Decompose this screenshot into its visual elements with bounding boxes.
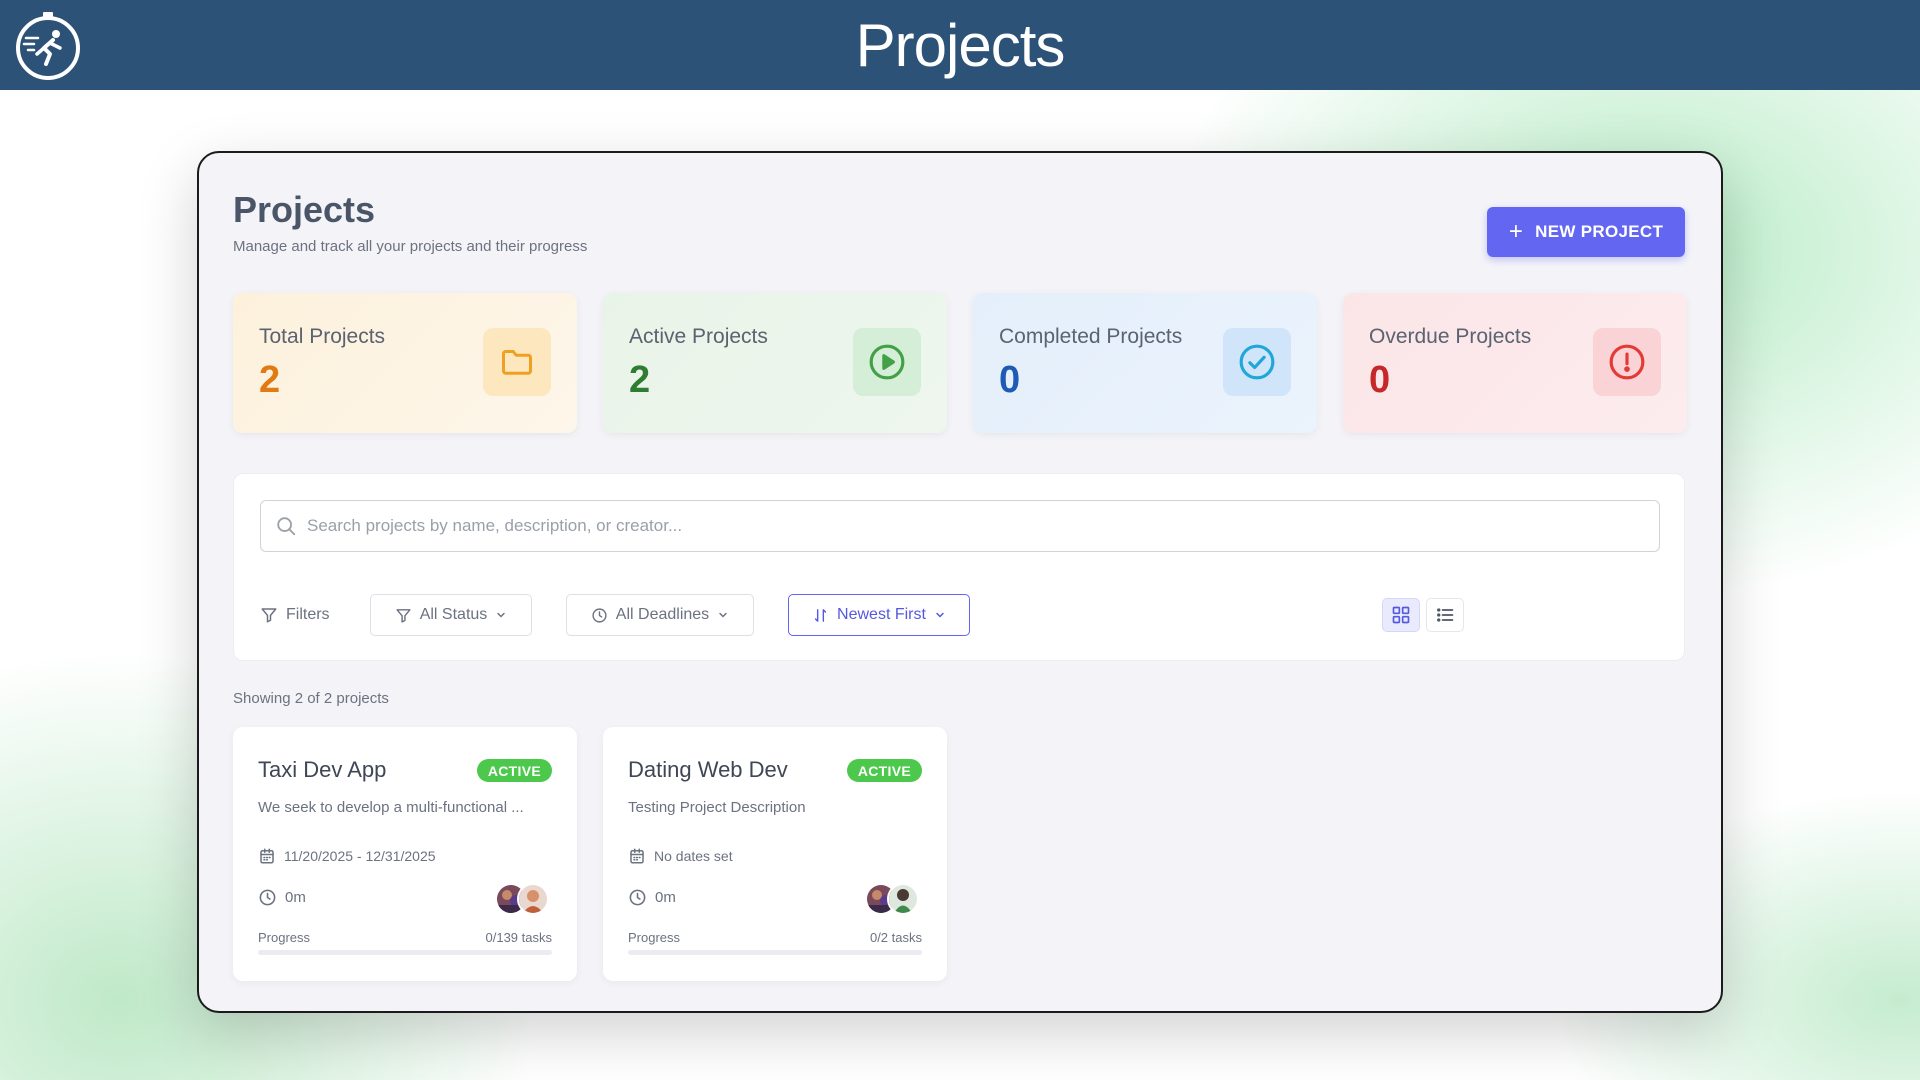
list-icon [1437, 608, 1454, 622]
grid-view-button[interactable] [1382, 598, 1420, 632]
clock-icon [592, 607, 607, 623]
filter-panel: Filters All Status All Deadlines [233, 473, 1685, 661]
filter-icon [261, 608, 277, 623]
progress-label: Progress [628, 930, 681, 945]
folder-icon [502, 350, 532, 375]
filters-label: Filters [260, 594, 330, 636]
progress-label: Progress [258, 930, 311, 945]
project-dates: No dates set [628, 847, 733, 865]
project-time: 0m [628, 888, 676, 907]
app-window: Projects Manage and track all your proje… [197, 151, 1723, 1013]
stat-value: 2 [259, 359, 281, 401]
search-input[interactable] [307, 516, 1647, 536]
task-count: 0/139 tasks [485, 930, 553, 945]
new-project-label: NEW PROJECT [1535, 222, 1664, 241]
chevron-down-icon [497, 612, 506, 618]
search-box [260, 500, 1660, 552]
runner-stopwatch-icon[interactable] [12, 10, 84, 82]
filter-icon [396, 608, 411, 623]
view-toggle [1382, 598, 1464, 632]
project-description: We seek to develop a multi-functional ..… [258, 799, 524, 816]
sort-icon [814, 608, 827, 622]
chevron-down-icon [719, 612, 727, 618]
chevron-down-icon [936, 612, 944, 618]
play-circle-icon [869, 344, 905, 380]
project-description: Testing Project Description [628, 799, 806, 816]
deadline-filter-dropdown[interactable]: All Deadlines [566, 594, 754, 636]
task-count: 0/2 tasks [869, 930, 922, 945]
status-badge: ACTIVE [476, 759, 552, 782]
sort-dropdown[interactable]: Newest First [788, 594, 970, 636]
list-view-button[interactable] [1426, 598, 1464, 632]
project-dates-text: No dates set [654, 848, 733, 864]
clock-icon [259, 889, 276, 906]
header-title: Projects [855, 11, 1066, 79]
stat-label: Active Projects [629, 325, 768, 348]
status-filter-value: All Status [419, 606, 488, 623]
stat-card-active: Active Projects 2 [603, 293, 947, 433]
stat-label: Total Projects [259, 325, 386, 348]
project-name: Dating Web Dev [628, 757, 788, 782]
check-circle-icon [1239, 344, 1275, 380]
stat-card-overdue: Overdue Projects 0 [1343, 293, 1687, 433]
progress-bar [258, 950, 552, 955]
search-icon [277, 517, 296, 536]
project-dates-text: 11/20/2025 - 12/31/2025 [284, 848, 436, 864]
app-header: Projects [0, 0, 1920, 90]
status-badge: ACTIVE [846, 759, 922, 782]
results-count: Showing 2 of 2 projects [233, 690, 389, 707]
avatar[interactable] [517, 883, 549, 915]
sort-value: Newest First [837, 606, 926, 623]
project-dates: 11/20/2025 - 12/31/2025 [258, 847, 436, 865]
filters-text: Filters [286, 606, 330, 623]
stat-value: 0 [1369, 359, 1391, 401]
project-card[interactable]: Taxi Dev App ACTIVE We seek to develop a… [233, 727, 577, 981]
project-name: Taxi Dev App [258, 757, 387, 782]
stat-card-total: Total Projects 2 [233, 293, 577, 433]
alert-circle-icon [1609, 344, 1645, 380]
stat-label: Overdue Projects [1369, 325, 1532, 348]
deadline-filter-value: All Deadlines [615, 606, 710, 623]
new-project-button[interactable]: + NEW PROJECT [1487, 207, 1685, 257]
stat-value: 0 [999, 359, 1021, 401]
page-title: Projects [233, 189, 376, 230]
clock-icon [629, 889, 646, 906]
grid-icon [1392, 606, 1410, 624]
plus-icon: + [1508, 218, 1524, 245]
calendar-icon [630, 848, 644, 864]
calendar-icon [260, 848, 274, 864]
stat-card-completed: Completed Projects 0 [973, 293, 1317, 433]
project-card[interactable]: Dating Web Dev ACTIVE Testing Project De… [603, 727, 947, 981]
stat-value: 2 [629, 359, 651, 401]
status-filter-dropdown[interactable]: All Status [370, 594, 532, 636]
stat-label: Completed Projects [999, 325, 1183, 348]
page-subtitle: Manage and track all your projects and t… [233, 238, 588, 255]
member-avatars [495, 883, 551, 917]
project-time-text: 0m [285, 889, 306, 906]
project-time-text: 0m [655, 889, 676, 906]
avatar[interactable] [887, 883, 919, 915]
member-avatars [865, 883, 921, 917]
project-time: 0m [258, 888, 306, 907]
progress-bar [628, 950, 922, 955]
